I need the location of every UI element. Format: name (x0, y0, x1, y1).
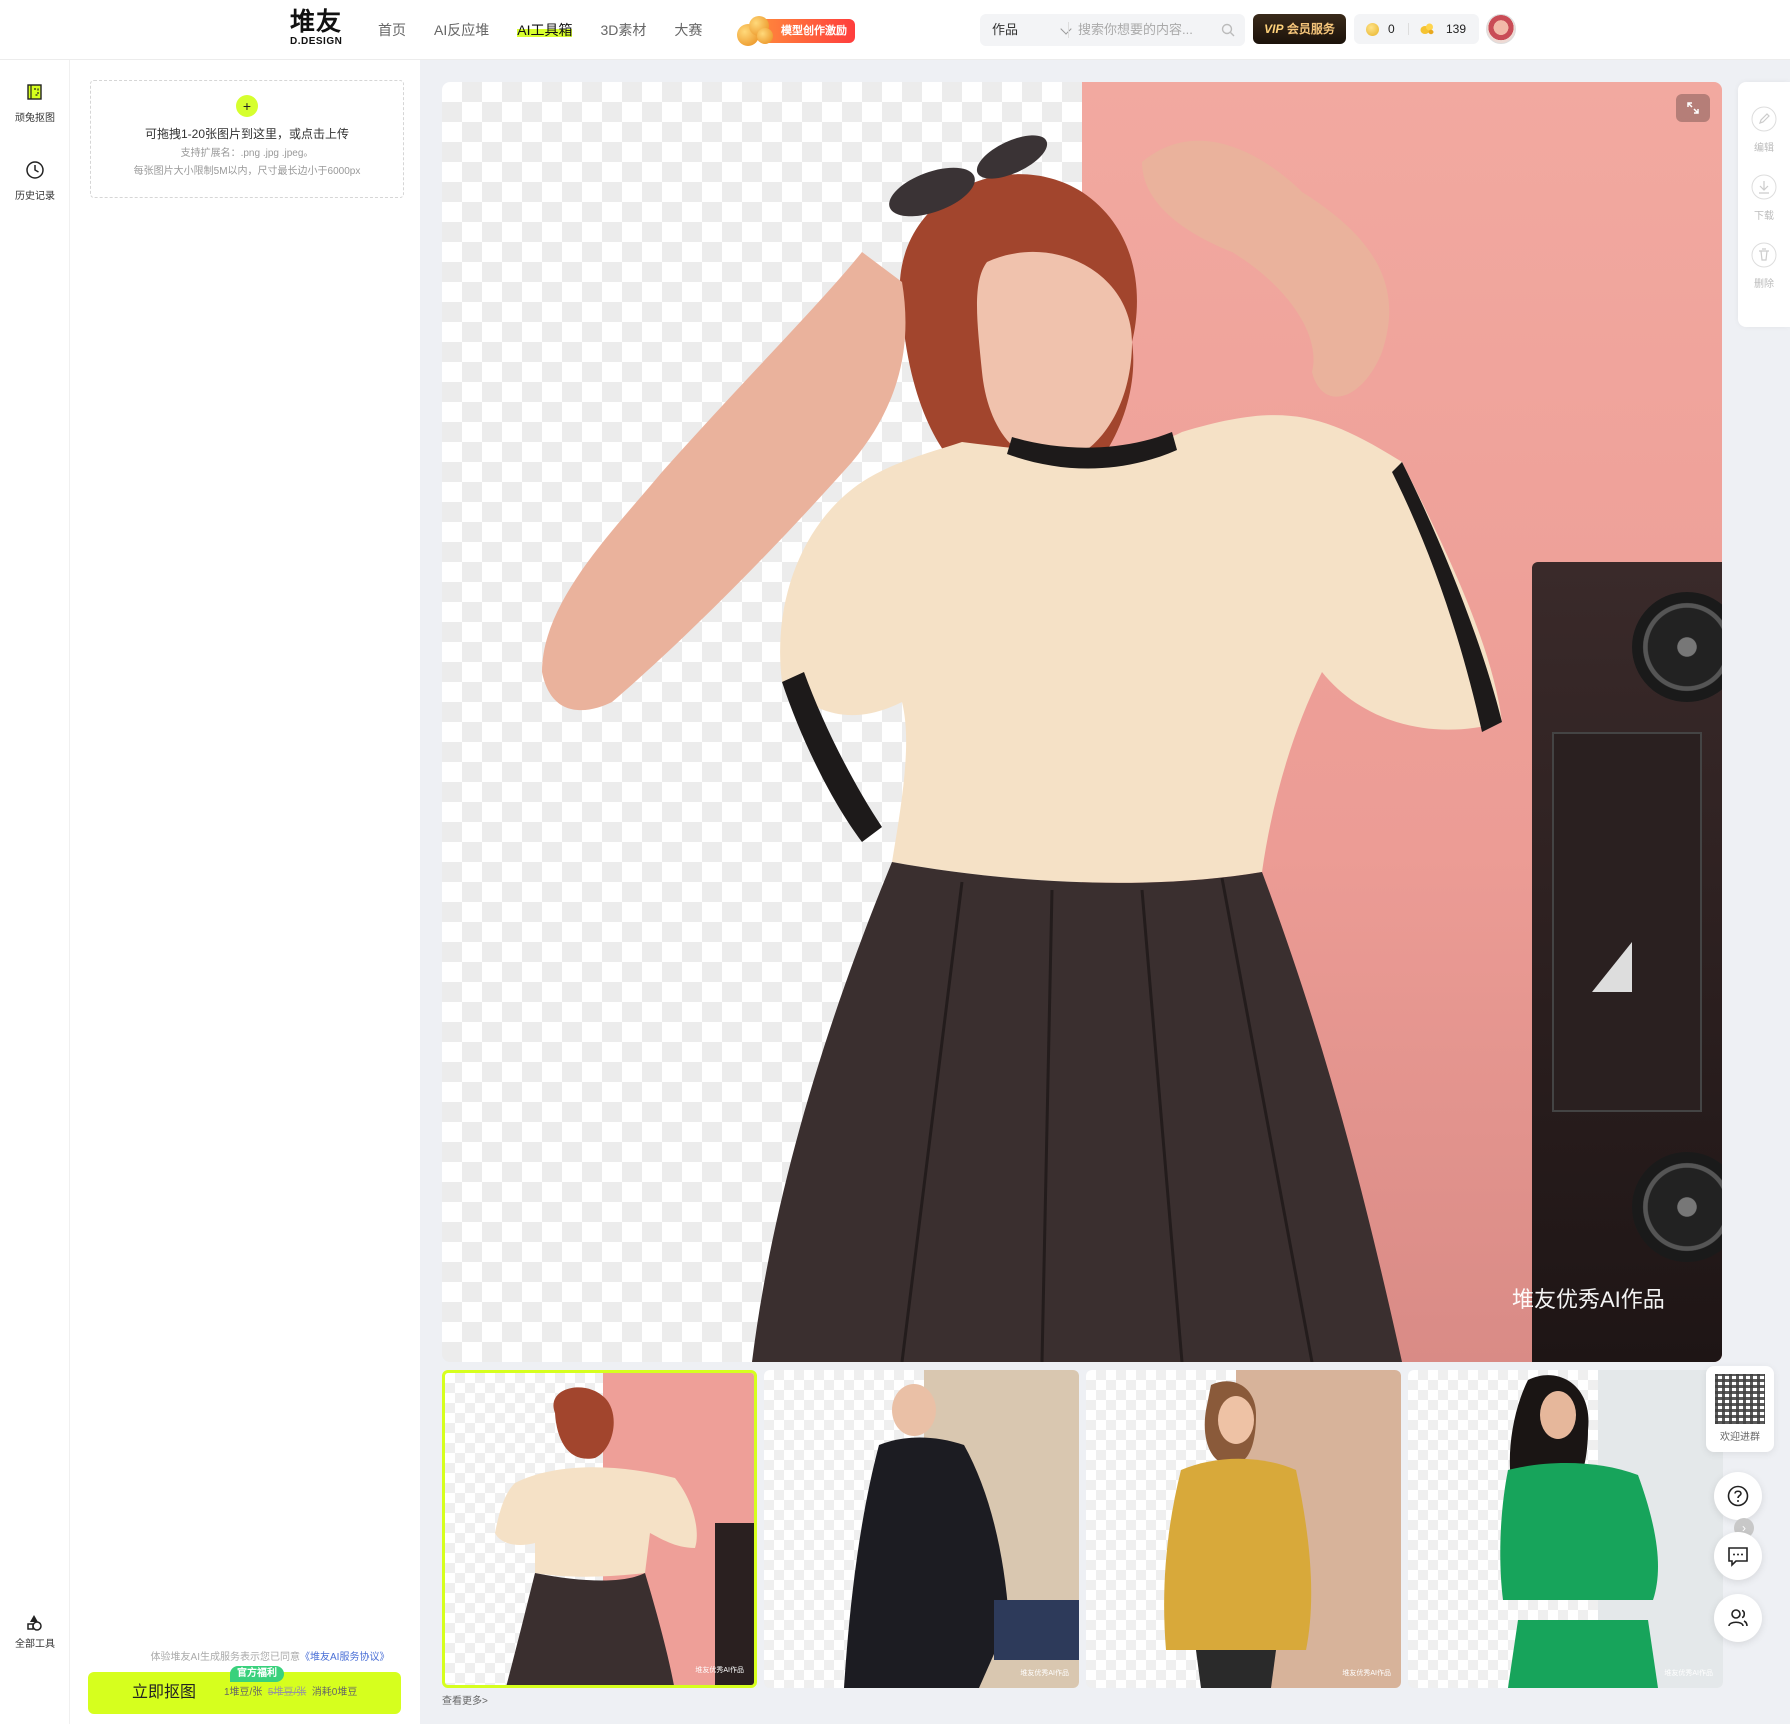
upload-formats: 支持扩展名：.png .jpg .jpeg。 (180, 148, 314, 159)
thumbnail-watermark: 堆友优秀AI作品 (1342, 1670, 1391, 1677)
coin-icon (1366, 23, 1379, 36)
main-nav: 首页 AI反应堆 AI工具箱 3D素材 大赛 (378, 20, 730, 40)
nav-item-contest[interactable]: 大赛 (674, 20, 702, 40)
tool-rail: 顽兔抠图 历史记录 (0, 60, 70, 1724)
logo-sub-text: D.DESIGN (290, 36, 343, 47)
promo-mascot-icon (735, 14, 775, 46)
edit-label: 编辑 (1754, 143, 1774, 154)
download-button[interactable]: 下载 (1738, 174, 1790, 222)
image-tools: 编辑 下载 删除 (1738, 82, 1790, 327)
cta-price-old: 5堆豆/张 (267, 1687, 307, 1698)
cta-price-current: 1堆豆/张 (224, 1687, 263, 1698)
thumbnail-item[interactable]: 堆友优秀AI作品 (442, 1370, 757, 1688)
vip-label: 会员服务 (1286, 22, 1335, 36)
site-logo[interactable]: 堆友 D.DESIGN (290, 8, 352, 50)
plus-icon: + (236, 95, 258, 117)
view-more-link[interactable]: 查看更多> (442, 1692, 488, 1707)
nav-item-home[interactable]: 首页 (378, 20, 406, 40)
search-input[interactable]: 搜索你想要的内容... (1078, 14, 1218, 46)
rail-item-history[interactable]: 历史记录 (0, 160, 70, 202)
bean-balance: 139 (1446, 22, 1467, 36)
agreement-text: 体验堆友AI生成服务表示您已同意《堆友AI服务协议》 (120, 1648, 420, 1663)
chevron-down-icon (1060, 23, 1072, 35)
thumbnail-item[interactable]: 堆友优秀AI作品 (764, 1370, 1079, 1688)
nav-item-ai-reactor[interactable]: AI反应堆 (434, 20, 489, 40)
avatar[interactable] (1486, 14, 1516, 44)
all-tools-button[interactable]: 全部工具 (0, 1612, 70, 1650)
nav-item-3d-assets[interactable]: 3D素材 (600, 20, 646, 40)
thumbnail-item[interactable]: 堆友优秀AI作品 (1086, 1370, 1401, 1688)
upload-limits: 每张图片大小限制5M以内，尺寸最长边小于6000px (133, 166, 361, 177)
result-preview: 堆友优秀AI作品 (442, 82, 1722, 1362)
logo-main-text: 堆友 (290, 8, 343, 36)
cutout-icon (27, 84, 42, 100)
rail-item-cutout[interactable]: 顽兔抠图 (0, 82, 70, 124)
nav-item-ai-toolbox[interactable]: AI工具箱 (517, 20, 573, 40)
wallet-divider (1408, 23, 1409, 35)
start-cutout-label: 立即抠图 (132, 1684, 197, 1701)
qr-label: 欢迎进群 (1720, 1432, 1760, 1443)
search-category-select[interactable]: 作品 (992, 14, 1072, 46)
vip-button[interactable]: VIP 会员服务 (1253, 14, 1346, 44)
feedback-button[interactable] (1714, 1532, 1762, 1580)
download-icon (1751, 174, 1777, 200)
expand-icon (1687, 102, 1699, 114)
model-figure-image (542, 135, 1502, 1362)
agreement-link[interactable]: 《堆友AI服务协议》 (300, 1652, 389, 1663)
thumbnail-watermark: 堆友优秀AI作品 (1664, 1670, 1713, 1677)
qr-code-icon (1715, 1374, 1765, 1424)
cta-price: 1堆豆/张 5堆豆/张 消耗0堆豆 (224, 1672, 357, 1714)
thumbnail-image (1500, 1375, 1658, 1688)
promo-banner[interactable]: 模型创作激励 (735, 14, 855, 46)
thumbnail-watermark: 堆友优秀AI作品 (695, 1667, 744, 1674)
rail-item-label: 历史记录 (15, 191, 55, 202)
users-icon (1728, 1609, 1748, 1627)
preview-watermark: 堆友优秀AI作品 (1512, 1287, 1665, 1312)
thumbnail-image (844, 1384, 1079, 1688)
upload-title: 可拖拽1-20张图片到这里，或点击上传 (144, 127, 350, 141)
chat-icon (1728, 1547, 1748, 1567)
community-button[interactable] (1714, 1594, 1762, 1642)
cta-cost: 消耗0堆豆 (311, 1687, 358, 1698)
all-tools-label: 全部工具 (15, 1639, 55, 1650)
coin-balance: 0 (1388, 22, 1395, 36)
tools-icon (27, 1615, 42, 1631)
trash-icon (1751, 242, 1777, 268)
start-cutout-button[interactable]: 官方福利 立即抠图 1堆豆/张 5堆豆/张 消耗0堆豆 (88, 1666, 401, 1714)
edit-button[interactable]: 编辑 (1738, 106, 1790, 154)
delete-button[interactable]: 删除 (1738, 242, 1790, 290)
edit-icon (1751, 106, 1777, 132)
help-button[interactable] (1714, 1472, 1762, 1520)
top-header: 堆友 D.DESIGN 首页 AI反应堆 AI工具箱 3D素材 大赛 模型创作激… (0, 0, 1790, 60)
wallet[interactable]: 0 139 (1354, 14, 1479, 44)
delete-label: 删除 (1754, 279, 1774, 290)
upload-dropzone[interactable]: + 可拖拽1-20张图片到这里，或点击上传 支持扩展名：.png .jpg .j… (90, 80, 404, 198)
rail-item-label: 顽兔抠图 (15, 113, 55, 124)
qr-code-card[interactable]: 欢迎进群 (1706, 1366, 1774, 1452)
thumbnail-image (1164, 1381, 1312, 1688)
search-divider (1068, 22, 1069, 38)
thumbnail-item[interactable]: 堆友优秀AI作品 (1408, 1370, 1723, 1688)
search-bar: 作品 搜索你想要的内容... (980, 14, 1245, 46)
search-icon[interactable] (1221, 23, 1235, 37)
expand-button[interactable] (1676, 94, 1710, 122)
download-label: 下载 (1754, 211, 1774, 222)
thumbnail-watermark: 堆友优秀AI作品 (1020, 1670, 1069, 1677)
help-icon (1727, 1485, 1749, 1507)
bean-icon (1420, 23, 1434, 35)
upload-panel: + 可拖拽1-20张图片到这里，或点击上传 支持扩展名：.png .jpg .j… (70, 60, 420, 1724)
sample-thumbnails: 堆友优秀AI作品 堆友优秀AI作品 堆友优秀AI作品 堆友优秀AI作品 (442, 1370, 1723, 1688)
agreement-prefix: 体验堆友AI生成服务表示您已同意 (150, 1652, 300, 1663)
search-category-value: 作品 (992, 22, 1019, 37)
clock-icon (26, 161, 44, 179)
vip-prefix: VIP (1264, 22, 1284, 36)
thumbnail-image (495, 1387, 754, 1685)
